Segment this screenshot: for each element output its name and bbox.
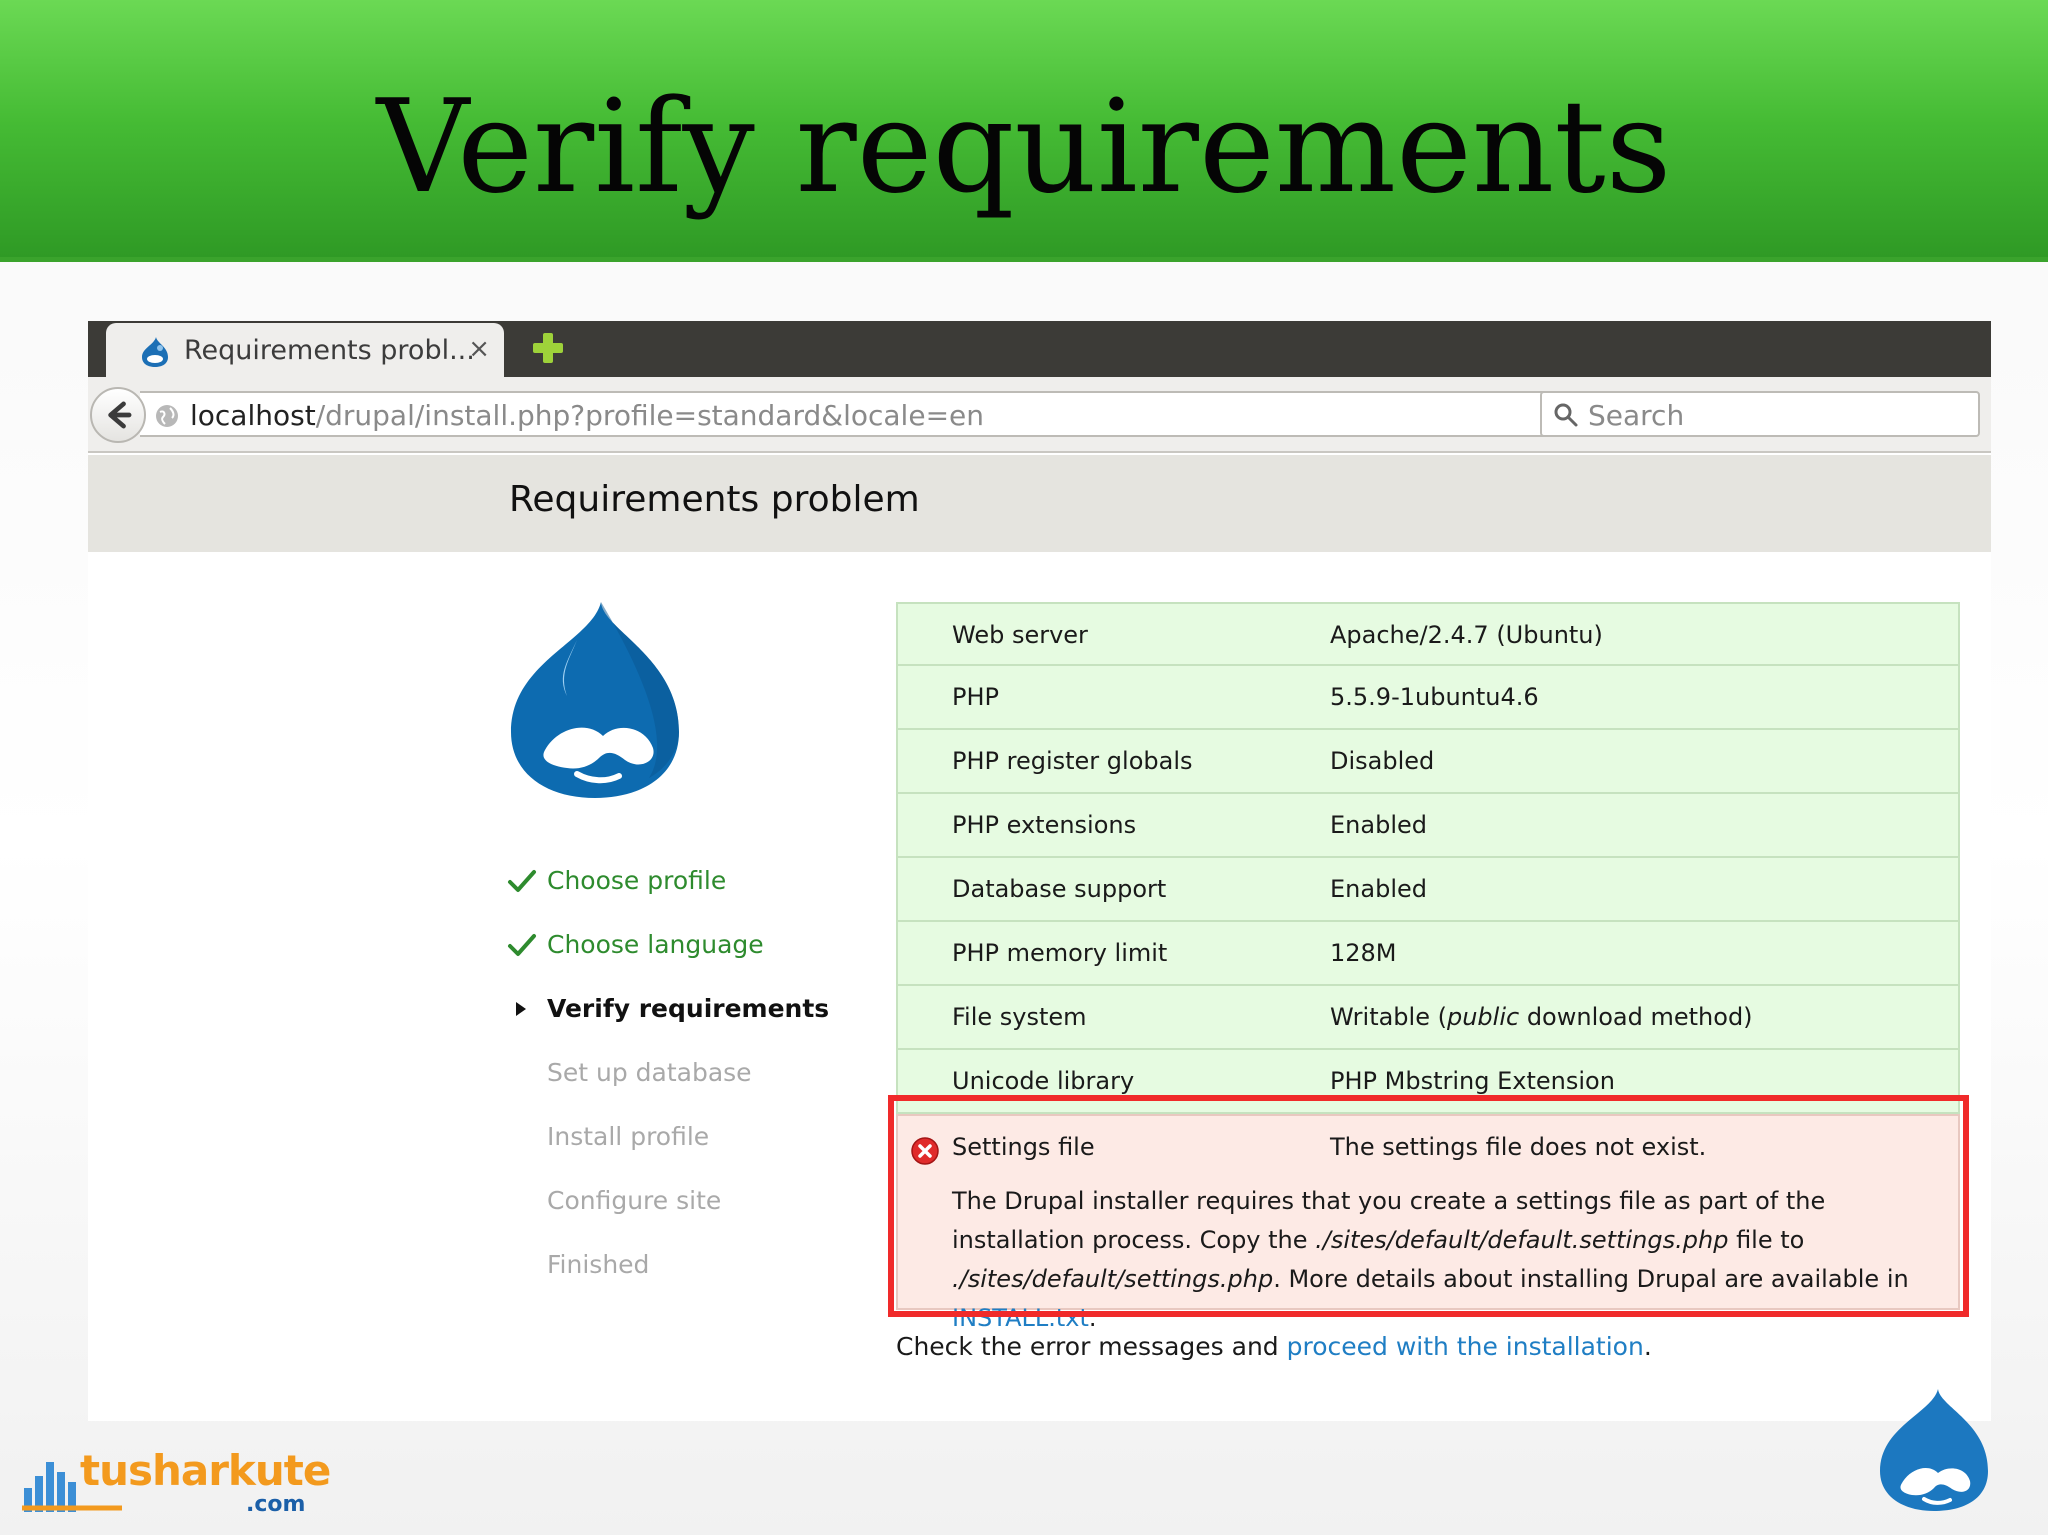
requirement-name: PHP register globals bbox=[952, 747, 1193, 775]
table-row: File system Writable (public download me… bbox=[896, 986, 1960, 1050]
back-arrow-icon bbox=[108, 401, 132, 429]
back-button[interactable] bbox=[90, 387, 146, 443]
navigation-toolbar: localhost/drupal/install.php?profile=sta… bbox=[88, 377, 1991, 453]
step-configure-site: Configure site bbox=[507, 1182, 867, 1222]
requirement-name: Database support bbox=[952, 875, 1167, 903]
step-label: Set up database bbox=[547, 1058, 752, 1087]
proceed-installation-link[interactable]: proceed with the installation bbox=[1287, 1332, 1644, 1361]
step-label: Finished bbox=[547, 1250, 650, 1279]
step-label: Verify requirements bbox=[547, 994, 830, 1023]
drupal-corner-logo bbox=[1880, 1389, 1988, 1511]
footer-text: Check the error messages and bbox=[896, 1332, 1287, 1361]
table-row: PHP extensions Enabled bbox=[896, 794, 1960, 858]
requirement-value: Apache/2.4.7 (Ubuntu) bbox=[1330, 621, 1603, 649]
search-bar[interactable] bbox=[1540, 391, 1980, 437]
value-emphasis: public bbox=[1446, 1003, 1520, 1031]
search-input[interactable] bbox=[1588, 397, 1968, 433]
table-row: PHP 5.5.9-1ubuntu4.6 bbox=[896, 666, 1960, 730]
requirement-name: Web server bbox=[952, 621, 1088, 649]
requirement-name: File system bbox=[952, 1003, 1087, 1031]
requirement-value: Enabled bbox=[1330, 811, 1427, 839]
table-row: Database support Enabled bbox=[896, 858, 1960, 922]
requirement-name: Unicode library bbox=[952, 1067, 1135, 1095]
url-path: /drupal/install.php?profile=standard&loc… bbox=[315, 399, 984, 432]
brand-name: tusharkute bbox=[80, 1446, 331, 1495]
drupal-favicon-icon bbox=[142, 337, 168, 367]
page-header: Requirements problem bbox=[88, 455, 1991, 552]
step-set-up-database: Set up database bbox=[507, 1054, 867, 1094]
footer-message: Check the error messages and proceed wit… bbox=[896, 1332, 1652, 1361]
browser-window: Requirements probl... × localhost/drupal… bbox=[88, 321, 1991, 1421]
tab-requirements[interactable]: Requirements probl... × bbox=[106, 323, 504, 379]
triangle-right-icon bbox=[516, 1002, 526, 1016]
step-label: Choose language bbox=[547, 930, 764, 959]
globe-icon bbox=[156, 405, 178, 427]
requirement-value: PHP Mbstring Extension bbox=[1330, 1067, 1615, 1095]
requirement-name: PHP bbox=[952, 683, 999, 711]
tab-close-icon[interactable]: × bbox=[468, 334, 490, 364]
checkmark-icon bbox=[508, 934, 536, 956]
checkmark-icon bbox=[508, 870, 536, 892]
value-text: download method) bbox=[1519, 1003, 1753, 1031]
slide-title: Verify requirements bbox=[376, 73, 1672, 222]
search-icon bbox=[1554, 403, 1578, 427]
requirement-name: PHP extensions bbox=[952, 811, 1137, 839]
requirement-name: PHP memory limit bbox=[952, 939, 1168, 967]
requirement-value: Writable (public download method) bbox=[1330, 1003, 1753, 1031]
step-choose-language[interactable]: Choose language bbox=[507, 926, 867, 966]
table-row: PHP register globals Disabled bbox=[896, 730, 1960, 794]
slide-header: Verify requirements bbox=[0, 0, 2048, 262]
requirement-value: Disabled bbox=[1330, 747, 1435, 775]
error-highlight-box bbox=[888, 1095, 1969, 1317]
requirement-value: 5.5.9-1ubuntu4.6 bbox=[1330, 683, 1539, 711]
drupal-logo bbox=[511, 602, 679, 798]
table-row: PHP memory limit 128M bbox=[896, 922, 1960, 986]
requirement-value: Enabled bbox=[1330, 875, 1427, 903]
new-tab-icon[interactable] bbox=[531, 331, 565, 365]
brand-tld: .com bbox=[246, 1492, 306, 1517]
step-label: Configure site bbox=[547, 1186, 722, 1215]
requirement-value: 128M bbox=[1330, 939, 1397, 967]
url-host: localhost bbox=[190, 399, 316, 432]
step-label: Install profile bbox=[547, 1122, 710, 1151]
table-row: Web server Apache/2.4.7 (Ubuntu) bbox=[896, 602, 1960, 666]
page-title: Requirements problem bbox=[509, 479, 920, 520]
url-bar[interactable]: localhost/drupal/install.php?profile=sta… bbox=[140, 391, 1612, 437]
url-text[interactable]: localhost/drupal/install.php?profile=sta… bbox=[190, 399, 984, 432]
footer-text: . bbox=[1643, 1332, 1652, 1361]
step-install-profile: Install profile bbox=[507, 1118, 867, 1158]
step-choose-profile[interactable]: Choose profile bbox=[507, 862, 867, 902]
tab-title: Requirements probl... bbox=[184, 335, 475, 366]
tab-bar: Requirements probl... × bbox=[88, 321, 1991, 379]
step-verify-requirements: Verify requirements bbox=[507, 990, 867, 1030]
step-finished: Finished bbox=[507, 1246, 867, 1286]
value-text: Writable ( bbox=[1330, 1003, 1447, 1031]
step-label: Choose profile bbox=[547, 866, 727, 895]
